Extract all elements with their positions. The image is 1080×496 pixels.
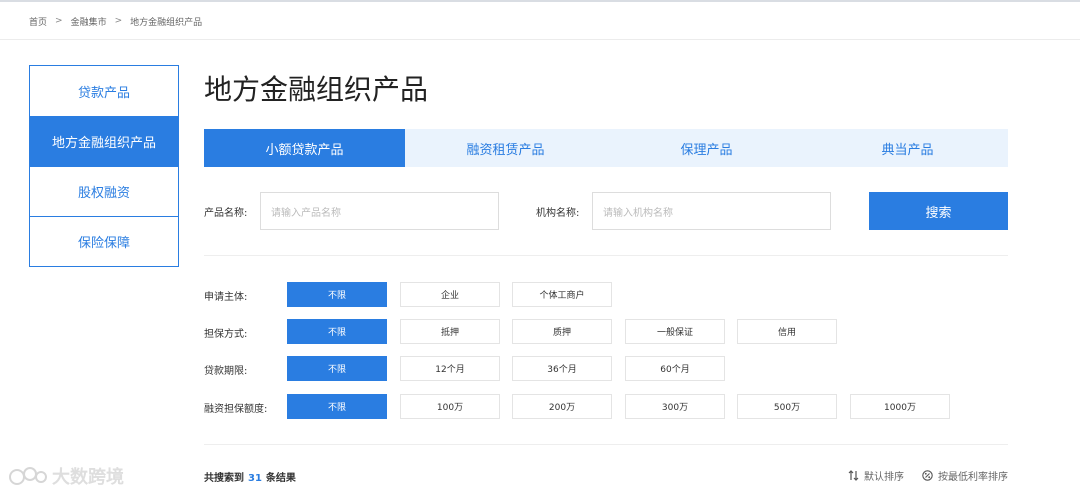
- search-row: 产品名称: 请输入产品名称 机构名称: 请输入机构名称 搜索: [204, 192, 1008, 230]
- filter-option[interactable]: 企业: [400, 282, 500, 307]
- breadcrumb: 首页 > 金融集市 > 地方金融组织产品: [29, 14, 202, 28]
- filter-option[interactable]: 60个月: [625, 356, 725, 381]
- sort-arrows-icon: [848, 470, 859, 481]
- filter-option[interactable]: 不限: [287, 282, 387, 307]
- result-prefix: 共搜索到: [204, 473, 244, 484]
- sort-rate-button[interactable]: 按最低利率排序: [922, 468, 1008, 483]
- result-number: 31: [248, 473, 262, 484]
- breadcrumb-separator: >: [55, 16, 63, 26]
- tab-pawn[interactable]: 典当产品: [807, 129, 1008, 167]
- watermark: 大数跨境: [8, 463, 124, 489]
- product-name-input[interactable]: 请输入产品名称: [260, 192, 499, 230]
- breadcrumb-current: 地方金融组织产品: [130, 17, 203, 28]
- breadcrumb-separator: >: [114, 16, 123, 26]
- filter-label: 担保方式:: [204, 329, 248, 340]
- filter-option[interactable]: 200万: [512, 394, 612, 419]
- filter-label: 贷款期限:: [204, 366, 248, 377]
- filter-option[interactable]: 12个月: [400, 356, 500, 381]
- page-title: 地方金融组织产品: [204, 73, 429, 106]
- filter-label: 申请主体:: [204, 292, 248, 303]
- sort-rate-label: 按最低利率排序: [938, 472, 1008, 483]
- top-strip: [0, 0, 1080, 2]
- breadcrumb-home[interactable]: 首页: [29, 15, 47, 28]
- filter-option[interactable]: 300万: [625, 394, 725, 419]
- product-tabs: 小额贷款产品 融资租赁产品 保理产品 典当产品: [204, 129, 1008, 167]
- filter-option[interactable]: 不限: [287, 319, 387, 344]
- sort-default-button[interactable]: 默认排序: [848, 468, 904, 483]
- result-count: 共搜索到 31 条结果: [204, 469, 296, 484]
- sidebar-item-loan[interactable]: 贷款产品: [30, 66, 178, 116]
- watermark-logo-icon: [9, 467, 47, 485]
- watermark-text: 大数跨境: [52, 467, 124, 488]
- divider: [204, 255, 1008, 256]
- product-name-label: 产品名称:: [204, 208, 248, 219]
- filter-option[interactable]: 个体工商户: [512, 282, 612, 307]
- filter-option[interactable]: 不限: [287, 356, 387, 381]
- sidebar-item-insurance[interactable]: 保险保障: [30, 216, 178, 266]
- filter-label: 融资担保额度:: [204, 404, 268, 415]
- filter-option[interactable]: 36个月: [512, 356, 612, 381]
- result-suffix: 条结果: [265, 473, 296, 484]
- filter-option[interactable]: 1000万: [850, 394, 950, 419]
- tab-leasing[interactable]: 融资租赁产品: [405, 129, 606, 167]
- tab-factoring[interactable]: 保理产品: [606, 129, 807, 167]
- filter-option[interactable]: 抵押: [400, 319, 500, 344]
- org-name-label: 机构名称:: [536, 208, 580, 219]
- sidebar: 贷款产品 地方金融组织产品 股权融资 保险保障: [29, 65, 179, 267]
- sidebar-item-equity[interactable]: 股权融资: [30, 166, 178, 216]
- org-name-input[interactable]: 请输入机构名称: [592, 192, 831, 230]
- search-button[interactable]: 搜索: [869, 192, 1008, 230]
- breadcrumb-market[interactable]: 金融集市: [71, 15, 107, 28]
- filter-option[interactable]: 100万: [400, 394, 500, 419]
- breadcrumb-divider: [0, 39, 1080, 40]
- filter-option[interactable]: 500万: [737, 394, 837, 419]
- sidebar-item-local-finance[interactable]: 地方金融组织产品: [30, 116, 178, 166]
- filter-option[interactable]: 信用: [737, 319, 837, 344]
- divider: [204, 444, 1008, 445]
- sort-default-label: 默认排序: [864, 472, 904, 483]
- filter-option[interactable]: 一般保证: [625, 319, 725, 344]
- filter-option[interactable]: 不限: [287, 394, 387, 419]
- tab-microloan[interactable]: 小额贷款产品: [204, 129, 405, 167]
- percent-circle-icon: [922, 470, 933, 481]
- filter-option[interactable]: 质押: [512, 319, 612, 344]
